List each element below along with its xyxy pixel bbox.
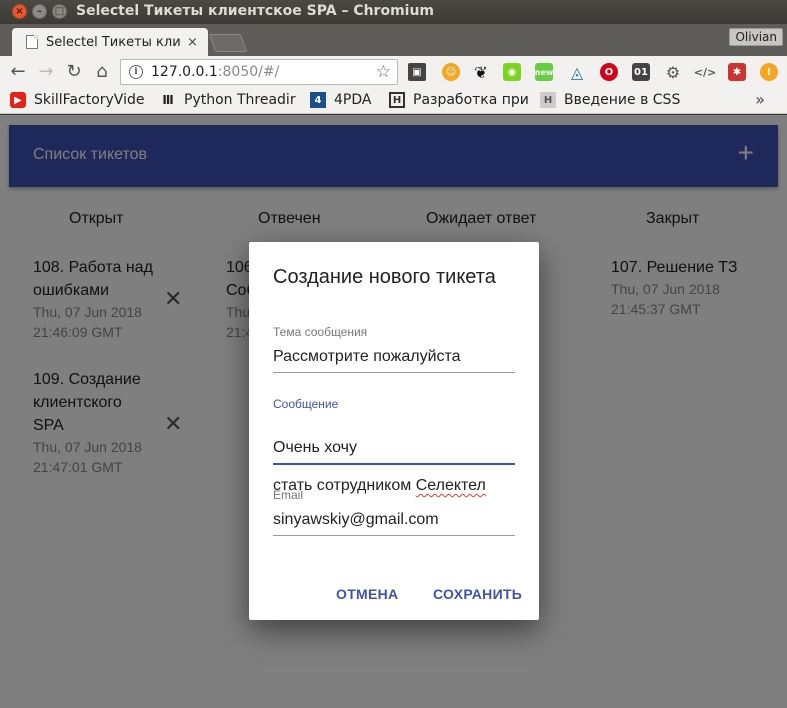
subject-input[interactable]: Рассмотрите пожалуйста bbox=[273, 347, 515, 366]
new-ticket-dialog: Создание нового тикета Тема сообщения Ра… bbox=[249, 242, 539, 620]
new-tab-button[interactable] bbox=[208, 34, 248, 52]
subject-field[interactable]: Тема сообщения Рассмотрите пожалуйста bbox=[273, 325, 515, 375]
forward-icon[interactable]: → bbox=[36, 61, 56, 82]
email-input[interactable]: sinyawskiy@gmail.com bbox=[273, 510, 515, 529]
email-field[interactable]: Email sinyawskiy@gmail.com bbox=[273, 488, 515, 538]
bookmark-habr[interactable]: H Разработка при bbox=[389, 92, 529, 108]
message-underline bbox=[273, 463, 515, 465]
youtube-icon: ▶ bbox=[10, 92, 26, 108]
code-icon[interactable]: </> bbox=[694, 63, 716, 81]
window-titlebar: × – □ Selectel Тикеты клиентское SPA – C… bbox=[0, 0, 787, 24]
reload-icon[interactable]: ↻ bbox=[64, 61, 84, 82]
extension-eye-icon[interactable]: ◬ bbox=[568, 63, 586, 82]
extension-green-icon[interactable]: ◉ bbox=[503, 63, 521, 81]
extension-bug-icon[interactable]: ✱ bbox=[728, 63, 746, 81]
4pda-icon: 4 bbox=[310, 92, 326, 108]
bookmarks-bar: ▶ SkillFactoryVide Ⅲ Python Threadir 4 4… bbox=[0, 88, 787, 114]
extension-gnome-icon[interactable]: ❦ bbox=[472, 63, 490, 82]
profile-button[interactable]: Olivian bbox=[729, 28, 783, 46]
extension-face-icon[interactable]: ☺ bbox=[442, 63, 460, 81]
message-field[interactable]: Сообщение Очень хочу стать сотрудником С… bbox=[273, 397, 515, 494]
message-label: Сообщение bbox=[273, 397, 339, 411]
bookmark-icon: Ⅲ bbox=[162, 93, 174, 107]
bookmark-python-threading[interactable]: Ⅲ Python Threadir bbox=[160, 92, 295, 108]
email-underline bbox=[273, 535, 515, 536]
htmlacademy-icon: H bbox=[540, 92, 556, 108]
cancel-button[interactable]: ОТМЕНА bbox=[336, 586, 398, 602]
extension-new-icon[interactable]: new bbox=[535, 63, 553, 81]
document-icon bbox=[26, 35, 38, 49]
address-bar[interactable]: i 127.0.0.1:8050/#/ ☆ bbox=[120, 59, 398, 85]
save-button[interactable]: СОХРАНИТЬ bbox=[433, 586, 522, 602]
url-text: 127.0.0.1:8050/#/ bbox=[151, 64, 280, 80]
tab-close-icon[interactable]: × bbox=[187, 35, 198, 50]
bookmarks-more-icon[interactable]: » bbox=[755, 90, 765, 109]
info-icon[interactable]: i bbox=[129, 65, 143, 79]
bookmark-skillfactory[interactable]: ▶ SkillFactoryVide bbox=[10, 92, 144, 108]
window-title: Selectel Тикеты клиентское SPA – Chromiu… bbox=[76, 3, 435, 19]
extension-radio-icon[interactable]: ▣ bbox=[408, 63, 426, 81]
bookmark-star-icon[interactable]: ☆ bbox=[376, 62, 391, 82]
bookmark-css-intro[interactable]: H Введение в CSS bbox=[540, 92, 680, 108]
window-close-button[interactable]: × bbox=[12, 4, 27, 19]
habr-icon: H bbox=[389, 92, 405, 108]
tab-strip: Selectel Тикеты кли × Olivian bbox=[0, 24, 787, 56]
tab-title: Selectel Тикеты кли bbox=[46, 34, 181, 50]
gear-icon[interactable]: ⚙ bbox=[664, 63, 682, 82]
browser-tab[interactable]: Selectel Тикеты кли × bbox=[12, 28, 208, 56]
subject-underline bbox=[273, 372, 515, 373]
back-icon[interactable]: ← bbox=[8, 61, 28, 82]
dialog-title: Создание нового тикета bbox=[273, 266, 496, 288]
email-label: Email bbox=[273, 488, 304, 502]
opera-icon[interactable]: O bbox=[600, 63, 618, 81]
browser-toolbar: ← → ↻ ⌂ i 127.0.0.1:8050/#/ ☆ ▣ ☺ ❦ ◉ ne… bbox=[0, 56, 787, 88]
subject-label: Тема сообщения bbox=[273, 325, 368, 339]
window-minimize-button[interactable]: – bbox=[32, 4, 47, 19]
alert-icon[interactable]: ! bbox=[760, 63, 778, 81]
bookmark-4pda[interactable]: 4 4PDA bbox=[310, 92, 371, 108]
extension-01-icon[interactable]: 01 bbox=[632, 63, 650, 81]
window-maximize-button[interactable]: □ bbox=[52, 4, 67, 19]
home-icon[interactable]: ⌂ bbox=[92, 61, 112, 82]
